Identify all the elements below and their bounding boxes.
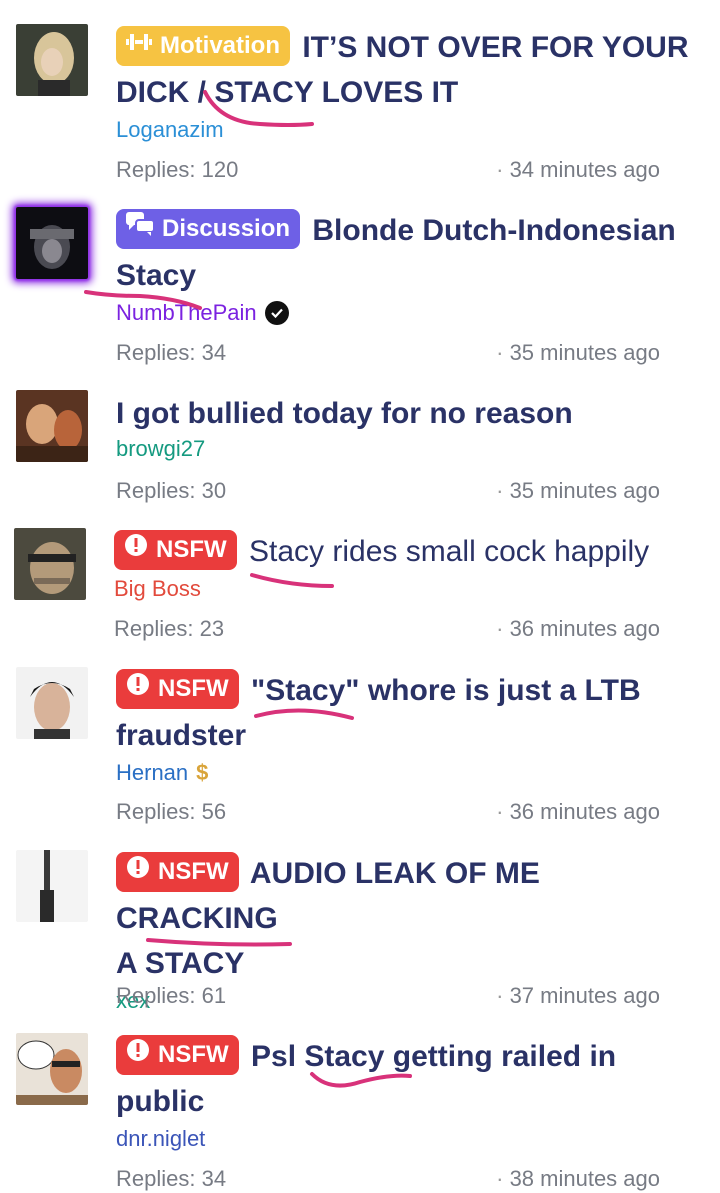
alert-icon xyxy=(124,530,148,570)
avatar[interactable] xyxy=(14,528,86,600)
thread-title-cont[interactable]: DICK / STACY LOVES IT xyxy=(116,70,704,115)
alert-icon xyxy=(126,669,150,709)
thread-title[interactable]: NSFW "Stacy" whore is just a LTB xyxy=(116,668,704,713)
avatar[interactable] xyxy=(16,850,88,922)
thread-title-cont[interactable]: Stacy xyxy=(116,253,704,298)
reply-count: Replies: 30 xyxy=(116,478,227,503)
reply-count: Replies: 61 xyxy=(116,983,227,1008)
avatar[interactable] xyxy=(16,207,88,279)
author-name[interactable]: Hernan $ xyxy=(116,758,704,788)
thread-title[interactable]: NSFW AUDIO LEAK OF ME CRACKING xyxy=(116,851,704,941)
thread-title-cont[interactable]: A STACY xyxy=(116,941,704,986)
reply-count: Replies: 120 xyxy=(116,157,239,182)
timestamp: 37 minutes ago xyxy=(496,983,660,1009)
alert-icon xyxy=(126,1035,150,1075)
thread-title[interactable]: NSFW Psl Stacy getting railed in xyxy=(116,1034,704,1079)
thread-title[interactable]: Discussion Blonde Dutch-Indonesian xyxy=(116,208,704,253)
badge-discussion[interactable]: Discussion xyxy=(116,209,301,249)
avatar[interactable] xyxy=(16,1033,88,1105)
avatar[interactable] xyxy=(16,390,88,462)
reply-count: Replies: 34 xyxy=(116,1166,227,1191)
author-name[interactable]: Loganazim xyxy=(116,115,704,145)
badge-motivation[interactable]: Motivation xyxy=(116,26,290,66)
badge-nsfw[interactable]: NSFW xyxy=(116,669,239,709)
badge-nsfw[interactable]: NSFW xyxy=(114,530,237,570)
thread-title[interactable]: I got bullied today for no reason xyxy=(116,391,704,436)
timestamp: 38 minutes ago xyxy=(496,1166,660,1192)
reply-count: Replies: 23 xyxy=(114,616,225,641)
author-name[interactable]: NumbThePain xyxy=(116,298,704,328)
thread-title[interactable]: Motivation IT’S NOT OVER FOR YOUR xyxy=(116,25,704,70)
alert-icon xyxy=(126,852,150,892)
thread-title[interactable]: NSFW Stacy rides small cock happily xyxy=(114,529,704,574)
badge-nsfw[interactable]: NSFW xyxy=(116,1035,239,1075)
thread-title-cont[interactable]: public xyxy=(116,1079,704,1124)
timestamp: 35 minutes ago xyxy=(496,340,660,366)
reply-count: Replies: 56 xyxy=(116,799,227,824)
author-name[interactable]: Big Boss xyxy=(114,574,704,604)
thread-title-cont[interactable]: fraudster xyxy=(116,713,704,758)
author-name[interactable]: dnr.niglet xyxy=(116,1124,704,1154)
badge-nsfw[interactable]: NSFW xyxy=(116,852,239,892)
avatar[interactable] xyxy=(16,667,88,739)
timestamp: 34 minutes ago xyxy=(496,157,660,183)
reply-count: Replies: 34 xyxy=(116,340,227,365)
timestamp: 36 minutes ago xyxy=(496,616,660,642)
dumbbell-icon xyxy=(126,26,152,66)
avatar[interactable] xyxy=(16,24,88,96)
author-name[interactable]: browgi27 xyxy=(116,434,704,464)
verified-check-icon xyxy=(264,301,289,325)
dollar-icon: $ xyxy=(196,760,209,785)
timestamp: 35 minutes ago xyxy=(496,478,660,504)
chat-bubbles-icon xyxy=(126,209,155,249)
timestamp: 36 minutes ago xyxy=(496,799,660,825)
